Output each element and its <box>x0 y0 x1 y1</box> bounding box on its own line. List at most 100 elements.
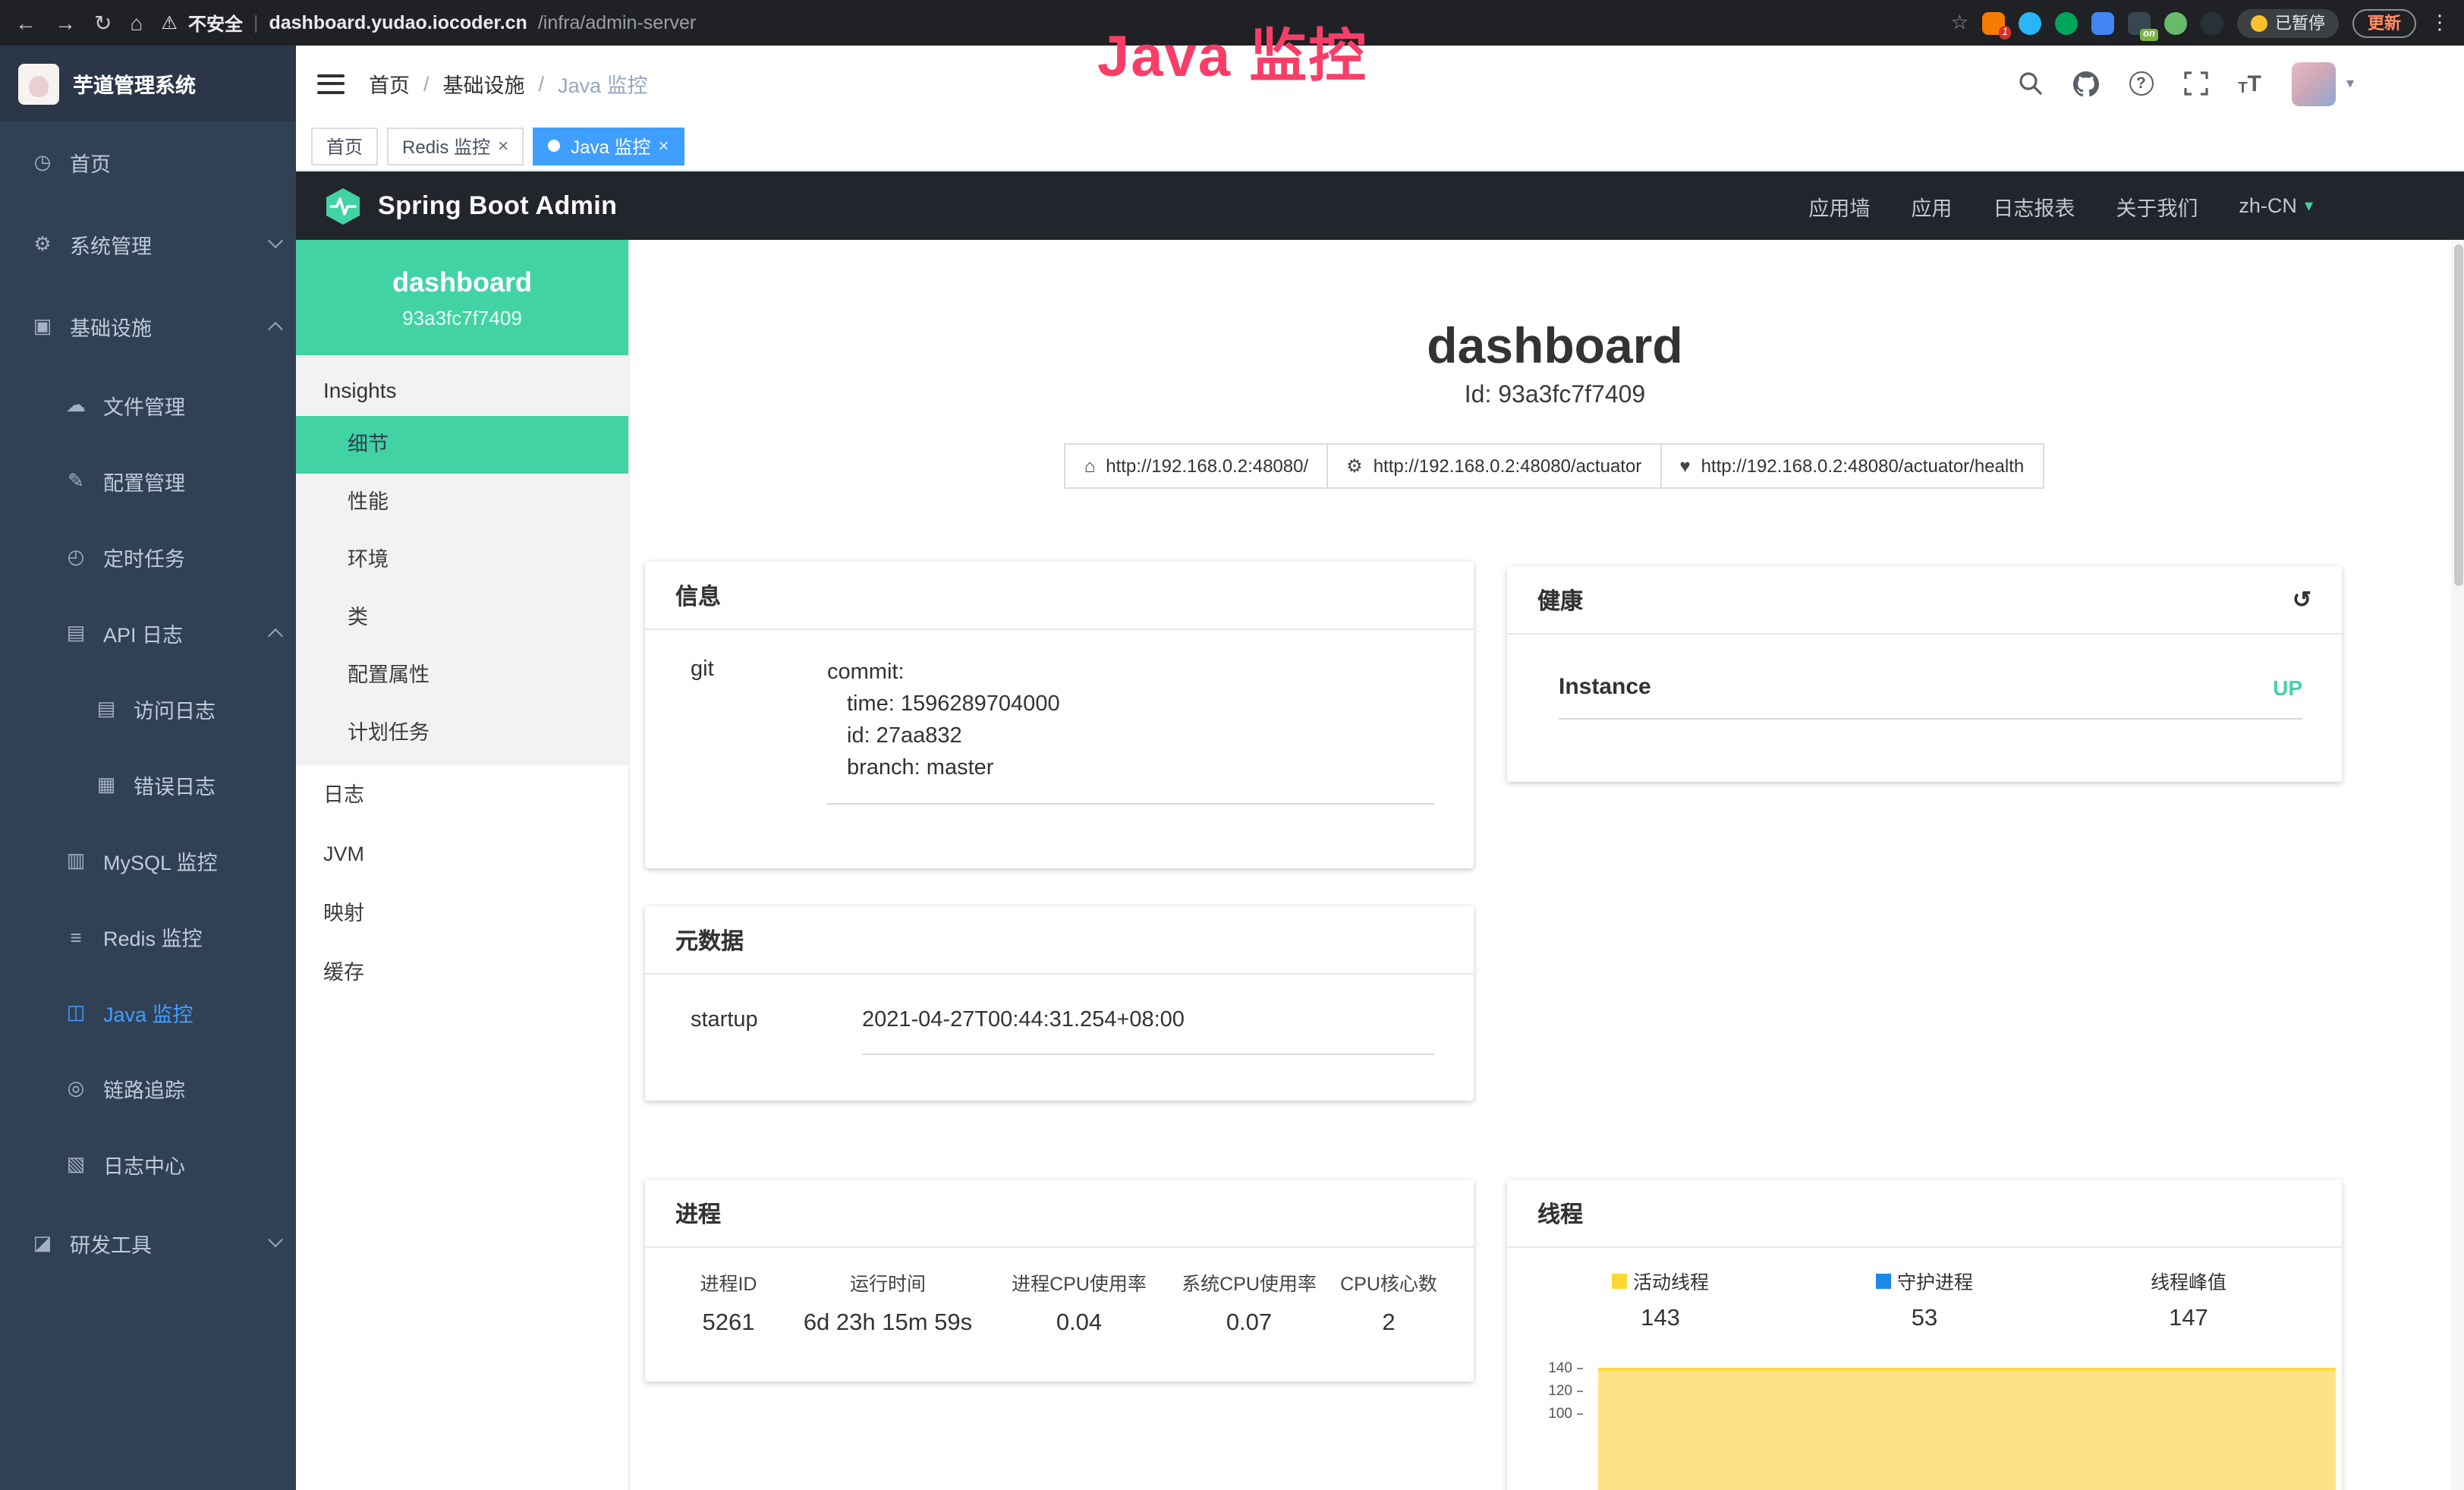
sidebar-item-system[interactable]: ⚙ 系统管理 <box>0 203 296 285</box>
cell-value: 5261 <box>675 1310 782 1337</box>
help-icon[interactable]: ? <box>2129 71 2153 96</box>
threads-legend: 活动线程 143 守护进程 53 线程峰值 14 <box>1507 1248 2342 1333</box>
sidebar-item-infra[interactable]: ▣ 基础设施 <box>0 285 296 367</box>
paused-label: 已暂停 <box>2275 11 2325 35</box>
sidebar-item-trace[interactable]: ◎ 链路追踪 <box>0 1051 296 1126</box>
cell-value: 2 <box>1334 1310 1443 1337</box>
user-menu[interactable]: ▾ <box>2292 61 2354 106</box>
sba-brand-title: Spring Boot Admin <box>378 191 617 221</box>
actuator-url-button[interactable]: ⚙ http://192.168.0.2:48080/actuator <box>1326 443 1661 489</box>
metadata-card-title: 元数据 <box>645 906 1474 975</box>
breadcrumb-current: Java 监控 <box>558 68 648 99</box>
sidebar-item-label: Java 监控 <box>103 997 194 1028</box>
close-icon[interactable]: × <box>658 137 669 155</box>
extension-icon-lion[interactable]: 1 <box>1982 11 2005 34</box>
address-bar[interactable]: ⚠ 不安全 | dashboard.yudao.iocoder.cn/infra… <box>161 10 1932 36</box>
instance-header[interactable]: dashboard 93a3fc7f7409 <box>296 240 628 355</box>
home-icon: ⌂ <box>1084 455 1096 477</box>
app-navbar: 首页 / 基础设施 / Java 监控 ? <box>296 46 2464 121</box>
document-icon: ▤ <box>64 621 88 645</box>
sba-item-classes[interactable]: 类 <box>296 589 628 647</box>
home-icon[interactable]: ⌂ <box>130 11 143 35</box>
locale-select[interactable]: zh-CN ▾ <box>2239 194 2313 217</box>
paused-badge[interactable]: 已暂停 <box>2237 8 2339 37</box>
app-logo[interactable]: 芋道管理系统 <box>0 46 296 121</box>
fullscreen-icon[interactable] <box>2183 71 2208 96</box>
sba-item-environment[interactable]: 环境 <box>296 531 628 589</box>
sidebar-item-mysql[interactable]: ▥ MySQL 监控 <box>0 823 296 899</box>
caret-down-icon: ▾ <box>2346 75 2354 92</box>
back-icon[interactable]: ← <box>15 11 36 35</box>
cell-value: 0.04 <box>994 1310 1164 1337</box>
hamburger-icon[interactable] <box>317 74 345 93</box>
sidebar-item-home[interactable]: ◷ 首页 <box>0 121 296 203</box>
info-card-title: 信息 <box>645 562 1474 630</box>
tag-java-monitor[interactable]: Java 监控× <box>533 127 684 165</box>
infrastructure-icon: ▣ <box>30 314 55 339</box>
update-button[interactable]: 更新 <box>2352 8 2416 37</box>
sba-item-mappings[interactable]: 映射 <box>296 884 628 943</box>
health-url-button[interactable]: ♥ http://192.168.0.2:48080/actuator/heal… <box>1660 443 2044 489</box>
threads-card: 线程 活动线程 143 守护进程 53 <box>1507 1180 2342 1490</box>
tag-redis-monitor[interactable]: Redis 监控× <box>387 127 524 165</box>
github-icon[interactable] <box>2072 71 2098 96</box>
extension-icon-spider[interactable] <box>2201 11 2223 34</box>
sba-brand[interactable]: Spring Boot Admin <box>323 186 617 225</box>
insights-section-label: Insights <box>296 355 628 416</box>
breadcrumb-home[interactable]: 首页 <box>369 68 410 99</box>
sidebar-item-java-monitor[interactable]: ◫ Java 监控 <box>0 975 296 1051</box>
sba-nav-journal[interactable]: 日志报表 <box>1993 191 2075 221</box>
info-card: 信息 git commit: time: 1596289704000 id: 2… <box>645 562 1474 868</box>
sidebar-item-error-log[interactable]: ▦ 错误日志 <box>0 747 296 823</box>
sba-item-caches[interactable]: 缓存 <box>296 943 628 1002</box>
sidebar-item-label: Redis 监控 <box>103 921 203 952</box>
sidebar-item-redis[interactable]: ≡ Redis 监控 <box>0 899 296 975</box>
browser-menu-icon[interactable]: ⋮ <box>2430 11 2450 35</box>
sidebar-item-api-log[interactable]: ▤ API 日志 <box>0 595 296 671</box>
sidebar-item-devtools[interactable]: ◪ 研发工具 <box>0 1202 296 1284</box>
reload-icon[interactable]: ↻ <box>94 10 112 36</box>
sidebar-item-label: 链路追踪 <box>103 1073 185 1104</box>
sidebar-item-access-log[interactable]: ▤ 访问日志 <box>0 671 296 747</box>
sba-item-scheduled-tasks[interactable]: 计划任务 <box>296 704 628 762</box>
sidebar-item-log-center[interactable]: ▧ 日志中心 <box>0 1126 296 1202</box>
scrollbar-thumb[interactable] <box>2453 244 2462 586</box>
logo-image <box>18 63 59 104</box>
cloud-icon: ☁ <box>64 393 88 417</box>
extension-icon-switch[interactable]: on <box>2128 11 2151 34</box>
navbar-actions: ? TT ▾ <box>2018 61 2442 106</box>
sba-item-details[interactable]: 细节 <box>296 416 628 474</box>
extension-icon-drop[interactable] <box>2019 11 2041 34</box>
sba-item-logs[interactable]: 日志 <box>296 765 628 824</box>
font-size-icon[interactable]: TT <box>2238 71 2261 96</box>
sidebar-item-label: 首页 <box>70 147 111 178</box>
access-log-icon: ▤ <box>94 697 118 721</box>
extension-icon-grid[interactable] <box>2091 11 2114 34</box>
tag-home[interactable]: 首页 <box>311 127 378 165</box>
page-title: dashboard <box>645 316 2464 376</box>
gear-icon: ⚙ <box>30 232 55 257</box>
sba-item-config-props[interactable]: 配置属性 <box>296 647 628 704</box>
sba-nav-wallboard[interactable]: 应用墙 <box>1808 191 1870 221</box>
history-icon[interactable]: ↺ <box>2292 586 2311 613</box>
column-header: 运行时间 <box>782 1268 994 1296</box>
extension-icon-v[interactable] <box>2055 11 2078 34</box>
breadcrumb-separator: / <box>539 72 545 95</box>
sidebar-item-config[interactable]: ✎ 配置管理 <box>0 443 296 519</box>
sba-nav-applications[interactable]: 应用 <box>1911 191 1952 221</box>
sba-item-metrics[interactable]: 性能 <box>296 474 628 531</box>
breadcrumb-infra[interactable]: 基础设施 <box>443 68 525 99</box>
extension-icon-leaf[interactable] <box>2164 11 2187 34</box>
sba-item-jvm[interactable]: JVM <box>296 824 628 884</box>
health-card-title: 健康 <box>1537 584 1583 616</box>
forward-icon[interactable]: → <box>55 11 76 35</box>
bookmark-star-icon[interactable]: ☆ <box>1951 11 1968 35</box>
service-url-button[interactable]: ⌂ http://192.168.0.2:48080/ <box>1065 443 1328 489</box>
sidebar-item-files[interactable]: ☁ 文件管理 <box>0 367 296 443</box>
insights-group: Insights 细节 性能 环境 类 配置属性 计划任务 <box>296 355 628 765</box>
sba-nav-about[interactable]: 关于我们 <box>2116 191 2198 221</box>
search-icon[interactable] <box>2018 71 2042 96</box>
status-badge: UP <box>2273 675 2302 699</box>
close-icon[interactable]: × <box>498 137 508 155</box>
sidebar-item-jobs[interactable]: ◴ 定时任务 <box>0 519 296 595</box>
